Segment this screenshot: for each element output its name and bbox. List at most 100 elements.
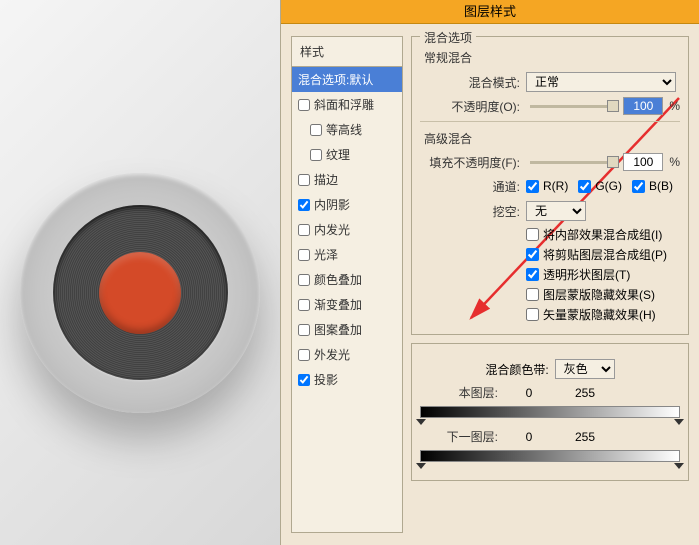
style-label: 内发光 bbox=[314, 221, 350, 238]
extra-checkbox[interactable] bbox=[526, 288, 539, 301]
style-label: 混合选项:默认 bbox=[298, 71, 373, 88]
under-layer-label: 下一图层: bbox=[420, 428, 498, 445]
style-item-texture[interactable]: 纹理 bbox=[292, 142, 402, 167]
style-item-bevel[interactable]: 斜面和浮雕 bbox=[292, 92, 402, 117]
channel-checkbox[interactable] bbox=[632, 180, 645, 193]
blend-mode-label: 混合模式: bbox=[420, 74, 520, 91]
this-low: 0 bbox=[504, 386, 554, 400]
fill-slider[interactable] bbox=[530, 161, 613, 164]
style-item-outer-glow[interactable]: 外发光 bbox=[292, 342, 402, 367]
extra-label: 将内部效果混合成组(I) bbox=[543, 226, 662, 243]
style-checkbox-stroke[interactable] bbox=[298, 174, 310, 186]
under-high: 255 bbox=[560, 430, 610, 444]
under-layer-gradient[interactable] bbox=[420, 450, 680, 462]
style-item-satin[interactable]: 光泽 bbox=[292, 242, 402, 267]
style-label: 光泽 bbox=[314, 246, 338, 263]
style-item-gradient-overlay[interactable]: 渐变叠加 bbox=[292, 292, 402, 317]
style-item-drop-shadow[interactable]: 投影 bbox=[292, 367, 402, 392]
channel-checkbox[interactable] bbox=[526, 180, 539, 193]
channel-label: 通道: bbox=[420, 178, 520, 195]
this-layer-gradient[interactable] bbox=[420, 406, 680, 418]
options-panel: 混合选项 常规混合 混合模式: 正常 不透明度(O): % 高级混 bbox=[411, 36, 689, 533]
channel-label: G(G) bbox=[595, 179, 622, 193]
style-label: 颜色叠加 bbox=[314, 271, 362, 288]
advanced-title: 高级混合 bbox=[424, 130, 680, 147]
extra-option-0[interactable]: 将内部效果混合成组(I) bbox=[526, 226, 680, 243]
record-button-shape bbox=[20, 173, 260, 413]
knockout-select[interactable]: 无 bbox=[526, 201, 586, 221]
style-checkbox-pattern-overlay[interactable] bbox=[298, 324, 310, 336]
style-item-inner-shadow[interactable]: 内阴影 bbox=[292, 192, 402, 217]
style-label: 描边 bbox=[314, 171, 338, 188]
red-center-shape bbox=[99, 252, 181, 334]
opacity-input[interactable] bbox=[623, 97, 663, 115]
style-label: 内阴影 bbox=[314, 196, 350, 213]
extra-option-4[interactable]: 矢量蒙版隐藏效果(H) bbox=[526, 306, 680, 323]
blend-options-group: 混合选项 常规混合 混合模式: 正常 不透明度(O): % 高级混 bbox=[411, 36, 689, 335]
style-checkbox-satin[interactable] bbox=[298, 249, 310, 261]
this-high: 255 bbox=[560, 386, 610, 400]
extra-checkbox[interactable] bbox=[526, 268, 539, 281]
styles-list: 样式 混合选项:默认斜面和浮雕等高线纹理描边内阴影内发光光泽颜色叠加渐变叠加图案… bbox=[291, 36, 403, 533]
opacity-slider[interactable] bbox=[530, 105, 613, 108]
blend-mode-select[interactable]: 正常 bbox=[526, 72, 676, 92]
style-item-inner-glow[interactable]: 内发光 bbox=[292, 217, 402, 242]
style-checkbox-texture[interactable] bbox=[310, 149, 322, 161]
group-title-blend: 混合选项 bbox=[420, 29, 476, 46]
extra-checkbox[interactable] bbox=[526, 308, 539, 321]
channel-G(G)[interactable]: G(G) bbox=[578, 179, 622, 193]
style-item-blend-default[interactable]: 混合选项:默认 bbox=[292, 67, 402, 92]
this-layer-label: 本图层: bbox=[420, 384, 498, 401]
channel-checkbox[interactable] bbox=[578, 180, 591, 193]
under-low: 0 bbox=[504, 430, 554, 444]
style-checkbox-inner-glow[interactable] bbox=[298, 224, 310, 236]
style-label: 斜面和浮雕 bbox=[314, 96, 374, 113]
knockout-label: 挖空: bbox=[420, 203, 520, 220]
style-checkbox-outer-glow[interactable] bbox=[298, 349, 310, 361]
disc-shape bbox=[53, 205, 228, 380]
style-checkbox-contour[interactable] bbox=[310, 124, 322, 136]
style-item-pattern-overlay[interactable]: 图案叠加 bbox=[292, 317, 402, 342]
general-title: 常规混合 bbox=[424, 49, 680, 66]
style-checkbox-inner-shadow[interactable] bbox=[298, 199, 310, 211]
channel-label: R(R) bbox=[543, 179, 568, 193]
extra-label: 将剪贴图层混合成组(P) bbox=[543, 246, 667, 263]
style-checkbox-bevel[interactable] bbox=[298, 99, 310, 111]
style-item-stroke[interactable]: 描边 bbox=[292, 167, 402, 192]
blend-if-group: 混合颜色带: 灰色 本图层: 0 255 下一图层: 0 255 bbox=[411, 343, 689, 481]
fill-input[interactable] bbox=[623, 153, 663, 171]
channel-B(B)[interactable]: B(B) bbox=[632, 179, 673, 193]
blendif-label: 混合颜色带: bbox=[485, 361, 548, 378]
style-label: 等高线 bbox=[326, 121, 362, 138]
style-checkbox-drop-shadow[interactable] bbox=[298, 374, 310, 386]
fill-label: 填充不透明度(F): bbox=[420, 154, 520, 171]
styles-header: 样式 bbox=[292, 37, 402, 67]
opacity-unit: % bbox=[669, 99, 680, 113]
channel-R(R)[interactable]: R(R) bbox=[526, 179, 568, 193]
advanced-blend-section: 高级混合 填充不透明度(F): % 通道: R(R) G(G) B(B) 挖空: 无 bbox=[420, 121, 680, 323]
extra-label: 图层蒙版隐藏效果(S) bbox=[543, 286, 655, 303]
channel-label: B(B) bbox=[649, 179, 673, 193]
style-label: 投影 bbox=[314, 371, 338, 388]
blendif-select[interactable]: 灰色 bbox=[555, 359, 615, 379]
extra-checkbox[interactable] bbox=[526, 248, 539, 261]
dialog-title: 图层样式 bbox=[281, 0, 699, 24]
opacity-label: 不透明度(O): bbox=[420, 98, 520, 115]
style-checkbox-gradient-overlay[interactable] bbox=[298, 299, 310, 311]
style-label: 渐变叠加 bbox=[314, 296, 362, 313]
style-label: 纹理 bbox=[326, 146, 350, 163]
extra-label: 矢量蒙版隐藏效果(H) bbox=[543, 306, 656, 323]
fill-unit: % bbox=[669, 155, 680, 169]
canvas-preview bbox=[0, 0, 280, 545]
extra-option-2[interactable]: 透明形状图层(T) bbox=[526, 266, 680, 283]
extra-option-1[interactable]: 将剪贴图层混合成组(P) bbox=[526, 246, 680, 263]
style-label: 外发光 bbox=[314, 346, 350, 363]
extra-option-3[interactable]: 图层蒙版隐藏效果(S) bbox=[526, 286, 680, 303]
style-item-contour[interactable]: 等高线 bbox=[292, 117, 402, 142]
style-item-color-overlay[interactable]: 颜色叠加 bbox=[292, 267, 402, 292]
extra-checkbox[interactable] bbox=[526, 228, 539, 241]
style-checkbox-color-overlay[interactable] bbox=[298, 274, 310, 286]
layer-style-dialog: 图层样式 样式 混合选项:默认斜面和浮雕等高线纹理描边内阴影内发光光泽颜色叠加渐… bbox=[280, 0, 699, 545]
general-blend-section: 常规混合 混合模式: 正常 不透明度(O): % bbox=[420, 49, 680, 115]
style-label: 图案叠加 bbox=[314, 321, 362, 338]
